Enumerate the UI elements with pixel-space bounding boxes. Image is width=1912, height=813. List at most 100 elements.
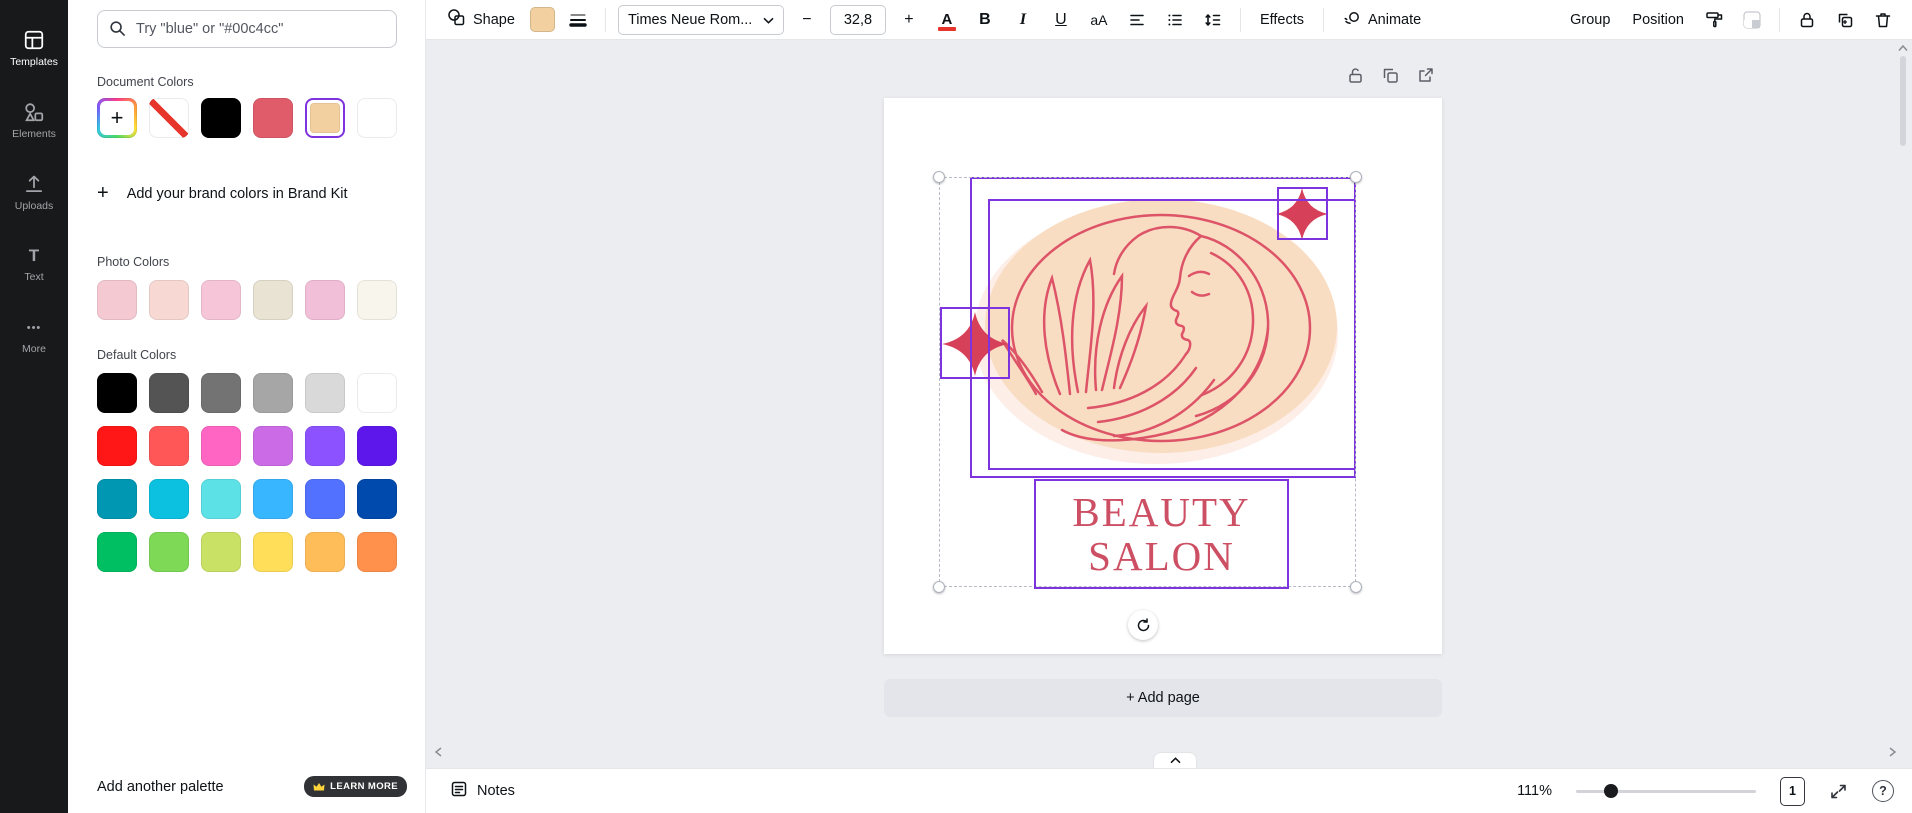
photo-colors-grid	[97, 280, 396, 320]
page-indicator[interactable]: 1	[1780, 777, 1805, 806]
color-swatch[interactable]	[97, 280, 137, 320]
italic-button[interactable]: I	[1008, 5, 1038, 35]
scroll-up-arrow[interactable]	[1898, 44, 1908, 52]
zoom-slider-thumb[interactable]	[1604, 784, 1618, 798]
font-size-decrease-button[interactable]: −	[792, 5, 822, 35]
scrollbar-thumb[interactable]	[1900, 56, 1906, 146]
animate-button[interactable]: Animate	[1336, 5, 1428, 35]
color-swatch-red[interactable]	[253, 98, 293, 138]
sidebar-item-uploads[interactable]: Uploads	[0, 156, 68, 228]
search-input[interactable]	[97, 10, 397, 48]
design-canvas[interactable]: BEAUTY SALON + Add page	[426, 40, 1912, 768]
color-swatch[interactable]	[149, 479, 189, 519]
design-page[interactable]: BEAUTY SALON	[884, 98, 1442, 654]
sidebar-item-elements[interactable]: Elements	[0, 84, 68, 156]
sidebar-item-label: Templates	[10, 56, 58, 68]
resize-handle-top-left[interactable]	[933, 171, 945, 183]
color-swatch[interactable]	[97, 373, 137, 413]
zoom-slider-track[interactable]	[1576, 790, 1756, 793]
text-case-button[interactable]: aA	[1084, 5, 1114, 35]
color-swatch[interactable]	[97, 532, 137, 572]
document-colors-grid: +	[97, 98, 396, 138]
color-swatch[interactable]	[201, 373, 241, 413]
border-style-button[interactable]	[563, 5, 593, 35]
color-swatch[interactable]	[305, 426, 345, 466]
spacing-button[interactable]	[1198, 5, 1228, 35]
font-size-increase-button[interactable]: +	[894, 5, 924, 35]
group-button[interactable]: Group	[1563, 5, 1617, 35]
expand-panel-toggle[interactable]	[1153, 752, 1197, 768]
color-swatch[interactable]	[149, 532, 189, 572]
vertical-scrollbar[interactable]	[1897, 44, 1909, 146]
design-text-element[interactable]: BEAUTY SALON	[1034, 479, 1289, 589]
color-swatch[interactable]	[305, 280, 345, 320]
scroll-right-arrow[interactable]	[1888, 744, 1897, 762]
color-swatch-white[interactable]	[357, 98, 397, 138]
color-swatch-peach-selected[interactable]	[305, 98, 345, 138]
list-button[interactable]	[1160, 5, 1190, 35]
learn-more-button[interactable]: LEARN MORE	[304, 776, 407, 797]
add-page-button[interactable]: + Add page	[884, 679, 1442, 717]
effects-button[interactable]: Effects	[1253, 5, 1311, 35]
color-swatch[interactable]	[357, 479, 397, 519]
resize-handle-bottom-left[interactable]	[933, 581, 945, 593]
scroll-left-arrow[interactable]	[434, 744, 443, 762]
sidebar-item-templates[interactable]: Templates	[0, 12, 68, 84]
color-swatch[interactable]	[97, 426, 137, 466]
move-page-icon[interactable]	[1416, 66, 1435, 90]
delete-button[interactable]	[1868, 5, 1898, 35]
color-swatch[interactable]	[201, 532, 241, 572]
font-family-select[interactable]: Times Neue Rom...	[618, 5, 784, 35]
add-palette-link[interactable]: Add another palette	[97, 779, 224, 795]
color-swatch[interactable]	[357, 426, 397, 466]
copy-style-button[interactable]	[1699, 5, 1729, 35]
fullscreen-button[interactable]	[1829, 782, 1848, 801]
zoom-slider[interactable]	[1576, 784, 1756, 798]
color-swatch[interactable]	[97, 479, 137, 519]
color-swatch[interactable]	[201, 479, 241, 519]
fill-color-swatch[interactable]	[530, 7, 555, 32]
color-swatch[interactable]	[357, 532, 397, 572]
color-swatch[interactable]	[305, 532, 345, 572]
duplicate-page-icon[interactable]	[1381, 66, 1400, 90]
lock-page-icon[interactable]	[1346, 66, 1365, 90]
animate-icon	[1343, 9, 1361, 31]
help-button[interactable]: ?	[1872, 780, 1894, 802]
color-swatch[interactable]	[149, 280, 189, 320]
color-swatch[interactable]	[201, 426, 241, 466]
color-swatch-black[interactable]	[201, 98, 241, 138]
transparency-button[interactable]	[1737, 5, 1767, 35]
alignment-button[interactable]	[1122, 5, 1152, 35]
color-swatch[interactable]	[253, 280, 293, 320]
color-swatch[interactable]	[253, 532, 293, 572]
sidebar-item-more[interactable]: ••• More	[0, 300, 68, 372]
position-button[interactable]: Position	[1625, 5, 1691, 35]
bold-button[interactable]: B	[970, 5, 1000, 35]
add-color-button[interactable]: +	[97, 98, 137, 138]
notes-icon	[450, 780, 468, 802]
rotate-handle[interactable]	[1128, 610, 1158, 640]
color-swatch[interactable]	[201, 280, 241, 320]
underline-button[interactable]: U	[1046, 5, 1076, 35]
color-swatch[interactable]	[149, 373, 189, 413]
sidebar-item-text[interactable]: T Text	[0, 228, 68, 300]
color-swatch[interactable]	[357, 373, 397, 413]
resize-handle-top-right[interactable]	[1350, 171, 1362, 183]
font-size-input[interactable]: 32,8	[830, 5, 886, 35]
duplicate-button[interactable]	[1830, 5, 1860, 35]
color-swatch[interactable]	[305, 373, 345, 413]
transparent-color-swatch[interactable]	[149, 98, 189, 138]
color-swatch[interactable]	[253, 373, 293, 413]
brand-kit-link[interactable]: + Add your brand colors in Brand Kit	[97, 182, 396, 205]
color-swatch[interactable]	[253, 479, 293, 519]
text-color-button[interactable]: A	[932, 5, 962, 35]
templates-icon	[23, 29, 45, 51]
color-swatch[interactable]	[305, 479, 345, 519]
shape-button[interactable]: Shape	[440, 5, 522, 35]
lock-button[interactable]	[1792, 5, 1822, 35]
color-swatch[interactable]	[149, 426, 189, 466]
color-swatch[interactable]	[357, 280, 397, 320]
color-swatch[interactable]	[253, 426, 293, 466]
notes-button[interactable]: Notes	[450, 780, 515, 802]
resize-handle-bottom-right[interactable]	[1350, 581, 1362, 593]
